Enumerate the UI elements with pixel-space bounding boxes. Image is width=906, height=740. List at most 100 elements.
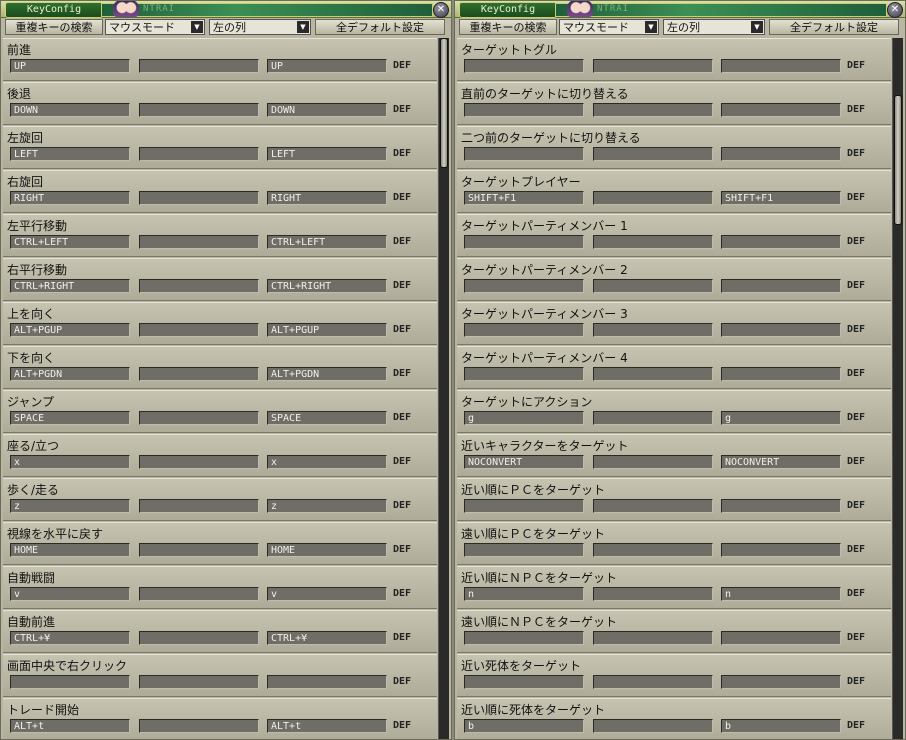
- default-button[interactable]: DEF: [393, 500, 411, 511]
- close-icon[interactable]: ✕: [433, 2, 449, 18]
- default-button[interactable]: DEF: [393, 104, 411, 115]
- tertiary-key-slot[interactable]: CTRL+LEFT: [267, 235, 387, 249]
- secondary-key-slot[interactable]: [139, 587, 259, 601]
- secondary-key-slot[interactable]: [593, 235, 713, 249]
- primary-key-slot[interactable]: z: [10, 499, 130, 513]
- secondary-key-slot[interactable]: [593, 719, 713, 733]
- secondary-key-slot[interactable]: [593, 367, 713, 381]
- tertiary-key-slot[interactable]: [721, 279, 841, 293]
- default-button[interactable]: DEF: [393, 280, 411, 291]
- all-default-button[interactable]: 全デフォルト設定: [769, 19, 899, 35]
- default-button[interactable]: DEF: [393, 148, 411, 159]
- tertiary-key-slot[interactable]: [721, 147, 841, 161]
- primary-key-slot[interactable]: ALT+t: [10, 719, 130, 733]
- tertiary-key-slot[interactable]: ALT+PGDN: [267, 367, 387, 381]
- secondary-key-slot[interactable]: [593, 499, 713, 513]
- secondary-key-slot[interactable]: [593, 191, 713, 205]
- title-bar[interactable]: KeyConfig NTRAI ✕: [455, 1, 905, 18]
- default-button[interactable]: DEF: [847, 148, 865, 159]
- default-button[interactable]: DEF: [393, 544, 411, 555]
- primary-key-slot[interactable]: LEFT: [10, 147, 130, 161]
- default-button[interactable]: DEF: [393, 60, 411, 71]
- primary-key-slot[interactable]: RIGHT: [10, 191, 130, 205]
- tertiary-key-slot[interactable]: NOCONVERT: [721, 455, 841, 469]
- scrollbar[interactable]: [892, 38, 903, 739]
- close-icon[interactable]: ✕: [887, 2, 903, 18]
- primary-key-slot[interactable]: [464, 323, 584, 337]
- tertiary-key-slot[interactable]: b: [721, 719, 841, 733]
- scroll-thumb[interactable]: [894, 95, 902, 225]
- tertiary-key-slot[interactable]: [267, 675, 387, 689]
- chevron-down-icon[interactable]: ▼: [297, 21, 309, 33]
- primary-key-slot[interactable]: x: [10, 455, 130, 469]
- primary-key-slot[interactable]: [464, 499, 584, 513]
- secondary-key-slot[interactable]: [139, 411, 259, 425]
- primary-key-slot[interactable]: [464, 279, 584, 293]
- default-button[interactable]: DEF: [847, 588, 865, 599]
- tertiary-key-slot[interactable]: [721, 499, 841, 513]
- secondary-key-slot[interactable]: [139, 279, 259, 293]
- tertiary-key-slot[interactable]: [721, 103, 841, 117]
- chevron-down-icon[interactable]: ▼: [645, 21, 657, 33]
- chevron-down-icon[interactable]: ▼: [751, 21, 763, 33]
- secondary-key-slot[interactable]: [139, 147, 259, 161]
- secondary-key-slot[interactable]: [139, 367, 259, 381]
- secondary-key-slot[interactable]: [139, 191, 259, 205]
- primary-key-slot[interactable]: g: [464, 411, 584, 425]
- primary-key-slot[interactable]: HOME: [10, 543, 130, 557]
- mode-select[interactable]: マウスモード ▼: [559, 19, 659, 35]
- tertiary-key-slot[interactable]: SHIFT+F1: [721, 191, 841, 205]
- all-default-button[interactable]: 全デフォルト設定: [315, 19, 445, 35]
- default-button[interactable]: DEF: [847, 500, 865, 511]
- secondary-key-slot[interactable]: [139, 543, 259, 557]
- default-button[interactable]: DEF: [847, 324, 865, 335]
- primary-key-slot[interactable]: DOWN: [10, 103, 130, 117]
- default-button[interactable]: DEF: [847, 720, 865, 731]
- primary-key-slot[interactable]: [464, 675, 584, 689]
- primary-key-slot[interactable]: [464, 543, 584, 557]
- primary-key-slot[interactable]: b: [464, 719, 584, 733]
- default-button[interactable]: DEF: [847, 280, 865, 291]
- tertiary-key-slot[interactable]: ALT+t: [267, 719, 387, 733]
- primary-key-slot[interactable]: [464, 235, 584, 249]
- primary-key-slot[interactable]: [10, 675, 130, 689]
- secondary-key-slot[interactable]: [593, 543, 713, 557]
- tertiary-key-slot[interactable]: z: [267, 499, 387, 513]
- tertiary-key-slot[interactable]: [721, 235, 841, 249]
- chevron-down-icon[interactable]: ▼: [191, 21, 203, 33]
- default-button[interactable]: DEF: [847, 456, 865, 467]
- default-button[interactable]: DEF: [393, 676, 411, 687]
- primary-key-slot[interactable]: [464, 147, 584, 161]
- tertiary-key-slot[interactable]: UP: [267, 59, 387, 73]
- primary-key-slot[interactable]: CTRL+RIGHT: [10, 279, 130, 293]
- primary-key-slot[interactable]: UP: [10, 59, 130, 73]
- secondary-key-slot[interactable]: [139, 499, 259, 513]
- default-button[interactable]: DEF: [393, 456, 411, 467]
- primary-key-slot[interactable]: CTRL+¥: [10, 631, 130, 645]
- secondary-key-slot[interactable]: [593, 455, 713, 469]
- primary-key-slot[interactable]: SHIFT+F1: [464, 191, 584, 205]
- default-button[interactable]: DEF: [393, 192, 411, 203]
- duplicate-search-button[interactable]: 重複キーの検索: [459, 19, 557, 35]
- column-select[interactable]: 左の列 ▼: [663, 19, 765, 35]
- default-button[interactable]: DEF: [847, 368, 865, 379]
- primary-key-slot[interactable]: ALT+PGUP: [10, 323, 130, 337]
- secondary-key-slot[interactable]: [593, 147, 713, 161]
- tertiary-key-slot[interactable]: n: [721, 587, 841, 601]
- secondary-key-slot[interactable]: [139, 103, 259, 117]
- tertiary-key-slot[interactable]: [721, 367, 841, 381]
- tertiary-key-slot[interactable]: [721, 631, 841, 645]
- secondary-key-slot[interactable]: [593, 279, 713, 293]
- default-button[interactable]: DEF: [847, 60, 865, 71]
- tertiary-key-slot[interactable]: ALT+PGUP: [267, 323, 387, 337]
- secondary-key-slot[interactable]: [593, 103, 713, 117]
- default-button[interactable]: DEF: [393, 720, 411, 731]
- secondary-key-slot[interactable]: [139, 59, 259, 73]
- tertiary-key-slot[interactable]: [721, 543, 841, 557]
- default-button[interactable]: DEF: [393, 412, 411, 423]
- default-button[interactable]: DEF: [847, 544, 865, 555]
- default-button[interactable]: DEF: [847, 632, 865, 643]
- column-select[interactable]: 左の列 ▼: [209, 19, 311, 35]
- duplicate-search-button[interactable]: 重複キーの検索: [5, 19, 103, 35]
- tertiary-key-slot[interactable]: [721, 59, 841, 73]
